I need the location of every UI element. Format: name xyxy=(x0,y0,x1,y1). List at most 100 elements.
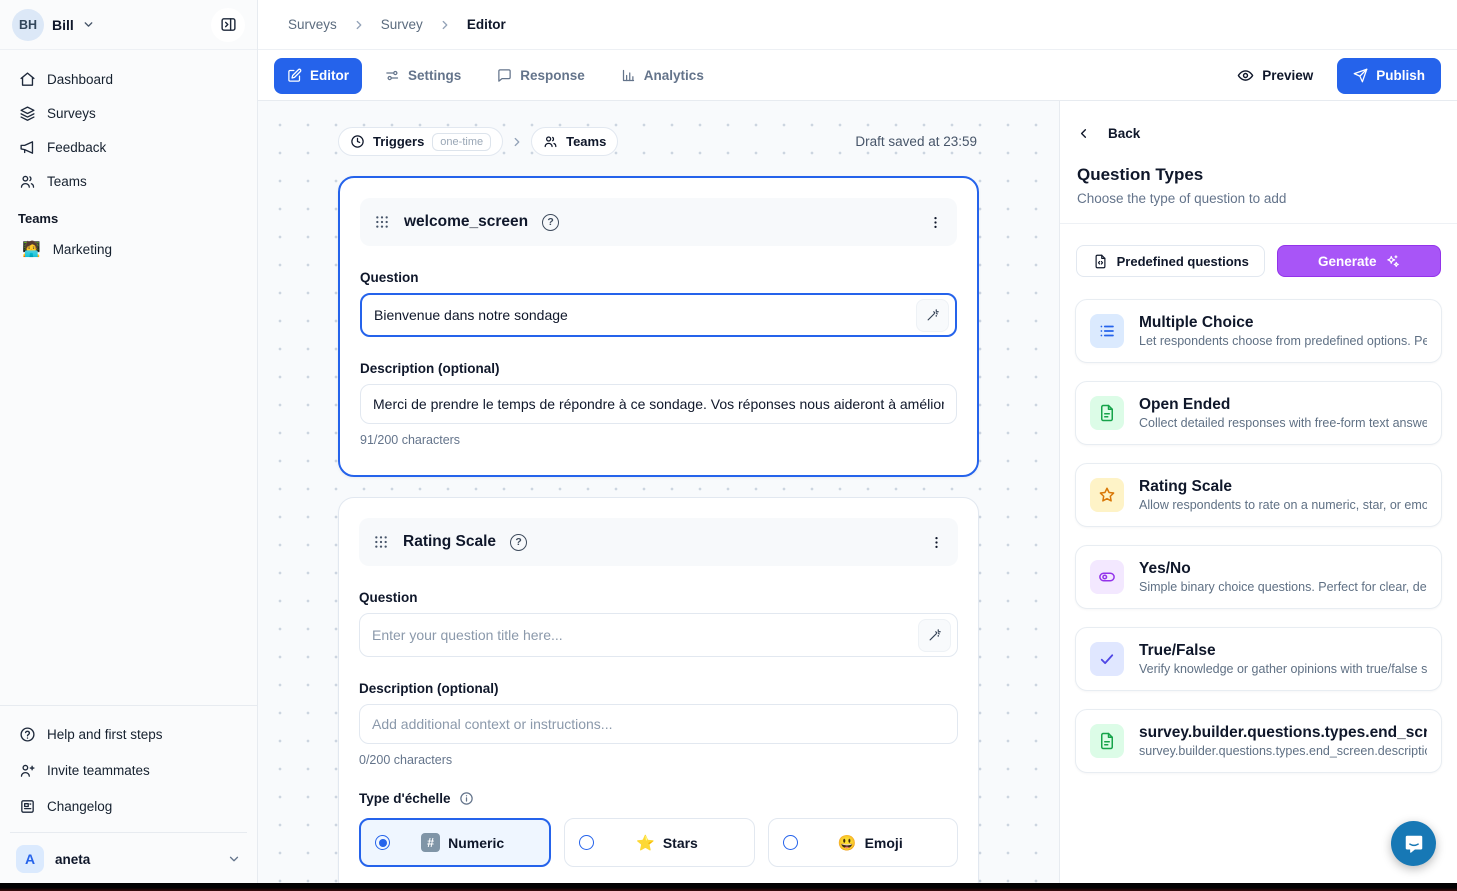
bar-chart-icon xyxy=(621,68,636,83)
predefined-questions-button[interactable]: Predefined questions xyxy=(1076,245,1265,277)
chevron-right-icon xyxy=(438,18,452,32)
radio-icon xyxy=(783,835,798,850)
breadcrumb-survey[interactable]: Survey xyxy=(381,17,423,32)
question-type-multiple-choice[interactable]: Multiple Choice Let respondents choose f… xyxy=(1075,299,1442,363)
chevron-down-icon xyxy=(82,18,95,31)
sliders-icon xyxy=(385,68,400,83)
chevron-down-icon xyxy=(227,852,241,866)
sidebar-item-label: Help and first steps xyxy=(47,727,163,742)
sidebar-item-label: Feedback xyxy=(47,140,106,155)
newspaper-icon xyxy=(19,798,36,815)
teams-chip[interactable]: Teams xyxy=(531,127,618,156)
collapse-sidebar-button[interactable] xyxy=(211,8,245,42)
sidebar-item-help[interactable]: Help and first steps xyxy=(10,716,247,752)
smiley-emoji-icon: 😃 xyxy=(838,834,857,852)
breadcrumb: Surveys Survey Editor xyxy=(258,0,1457,50)
team-name: Marketing xyxy=(53,242,112,257)
numeric-keycap-icon: # xyxy=(421,833,440,852)
chat-bubble-icon xyxy=(497,68,512,83)
info-icon[interactable] xyxy=(459,791,474,806)
sidebar-team-marketing[interactable]: 🧑‍💻 Marketing xyxy=(10,232,247,266)
sidebar-item-label: Surveys xyxy=(47,106,96,121)
question-type-description: Verify knowledge or gather opinions with… xyxy=(1139,662,1427,676)
question-type-description: Collect detailed responses with free-for… xyxy=(1139,416,1427,430)
sidebar-item-feedback[interactable]: Feedback xyxy=(10,130,247,164)
sidebar-item-teams[interactable]: Teams xyxy=(10,164,247,198)
account-name: aneta xyxy=(55,852,90,867)
file-icon xyxy=(1093,254,1108,269)
description-label: Description (optional) xyxy=(360,361,957,376)
welcome-screen-card[interactable]: welcome_screen ? Question Description (o… xyxy=(338,176,979,477)
document-icon xyxy=(1090,724,1124,758)
help-icon[interactable]: ? xyxy=(510,534,527,551)
kebab-menu-icon[interactable] xyxy=(929,535,944,550)
question-type-name: Multiple Choice xyxy=(1139,314,1427,332)
generate-label: Generate xyxy=(1318,254,1377,269)
panel-title: Question Types xyxy=(1060,141,1457,185)
generate-button[interactable]: Generate xyxy=(1277,245,1441,277)
drag-handle-icon[interactable] xyxy=(373,534,389,550)
predefined-questions-label: Predefined questions xyxy=(1117,254,1249,269)
back-button[interactable]: Back xyxy=(1060,101,1457,141)
scale-option-emoji[interactable]: 😃 Emoji xyxy=(768,818,958,867)
sidebar-item-label: Invite teammates xyxy=(47,763,150,778)
question-type-end-screen[interactable]: survey.builder.questions.types.end_scr..… xyxy=(1075,709,1442,773)
home-icon xyxy=(19,71,36,88)
card-header: Rating Scale ? xyxy=(359,518,958,566)
tab-label: Analytics xyxy=(644,68,704,83)
question-label: Question xyxy=(360,270,957,285)
scale-option-numeric[interactable]: # Numeric xyxy=(359,818,551,867)
sidebar-footer: Help and first steps Invite teammates Ch… xyxy=(0,705,257,824)
description-input-wrapper xyxy=(359,704,958,744)
breadcrumb-surveys[interactable]: Surveys xyxy=(288,17,337,32)
question-input[interactable] xyxy=(372,627,910,643)
sidebar-item-surveys[interactable]: Surveys xyxy=(10,96,247,130)
description-input[interactable] xyxy=(373,396,944,412)
users-icon xyxy=(543,134,558,149)
question-type-yes-no[interactable]: Yes/No Simple binary choice questions. P… xyxy=(1075,545,1442,609)
question-type-true-false[interactable]: True/False Verify knowledge or gather op… xyxy=(1075,627,1442,691)
toggle-icon xyxy=(1090,560,1124,594)
scale-option-label: Emoji xyxy=(865,835,903,851)
trigger-type-badge: one-time xyxy=(432,133,491,151)
sidebar-item-invite[interactable]: Invite teammates xyxy=(10,752,247,788)
kebab-menu-icon[interactable] xyxy=(928,215,943,230)
rating-scale-card[interactable]: Rating Scale ? Question Description (opt… xyxy=(338,497,979,891)
sidebar-item-changelog[interactable]: Changelog xyxy=(10,788,247,824)
teams-section-label: Teams xyxy=(0,198,257,232)
preview-button[interactable]: Preview xyxy=(1237,67,1313,84)
triggers-chip[interactable]: Triggers one-time xyxy=(338,127,503,156)
description-input-wrapper xyxy=(360,384,957,424)
tab-editor[interactable]: Editor xyxy=(274,58,362,94)
list-icon xyxy=(1090,314,1124,348)
help-icon[interactable]: ? xyxy=(542,214,559,231)
scale-option-stars[interactable]: ⭐ Stars xyxy=(564,818,754,867)
tab-analytics[interactable]: Analytics xyxy=(608,58,717,94)
question-input[interactable] xyxy=(374,307,908,323)
tab-response[interactable]: Response xyxy=(484,58,598,94)
magic-wand-button[interactable] xyxy=(916,299,949,332)
scale-option-label: Stars xyxy=(663,835,698,851)
chat-launcher-button[interactable] xyxy=(1391,821,1436,866)
workspace-switcher[interactable]: BH Bill xyxy=(0,0,257,50)
chat-launcher-icon xyxy=(1403,833,1425,855)
document-icon xyxy=(1090,396,1124,430)
triggers-chip-label: Triggers xyxy=(373,134,424,149)
window-bottom-edge xyxy=(0,883,1457,891)
check-icon xyxy=(1090,642,1124,676)
publish-button[interactable]: Publish xyxy=(1337,58,1441,94)
clock-icon xyxy=(350,134,365,149)
tab-settings[interactable]: Settings xyxy=(372,58,474,94)
sidebar-nav: Dashboard Surveys Feedback Teams xyxy=(0,50,257,198)
question-type-name: True/False xyxy=(1139,642,1427,660)
drag-handle-icon[interactable] xyxy=(374,214,390,230)
magic-wand-button[interactable] xyxy=(918,619,951,652)
sidebar-item-dashboard[interactable]: Dashboard xyxy=(10,62,247,96)
description-input[interactable] xyxy=(372,716,945,732)
back-label: Back xyxy=(1108,126,1140,141)
breadcrumb-editor: Editor xyxy=(467,17,506,32)
question-type-rating-scale[interactable]: Rating Scale Allow respondents to rate o… xyxy=(1075,463,1442,527)
question-type-open-ended[interactable]: Open Ended Collect detailed responses wi… xyxy=(1075,381,1442,445)
char-count: 0/200 characters xyxy=(359,753,958,767)
question-type-description: Let respondents choose from predefined o… xyxy=(1139,334,1427,348)
